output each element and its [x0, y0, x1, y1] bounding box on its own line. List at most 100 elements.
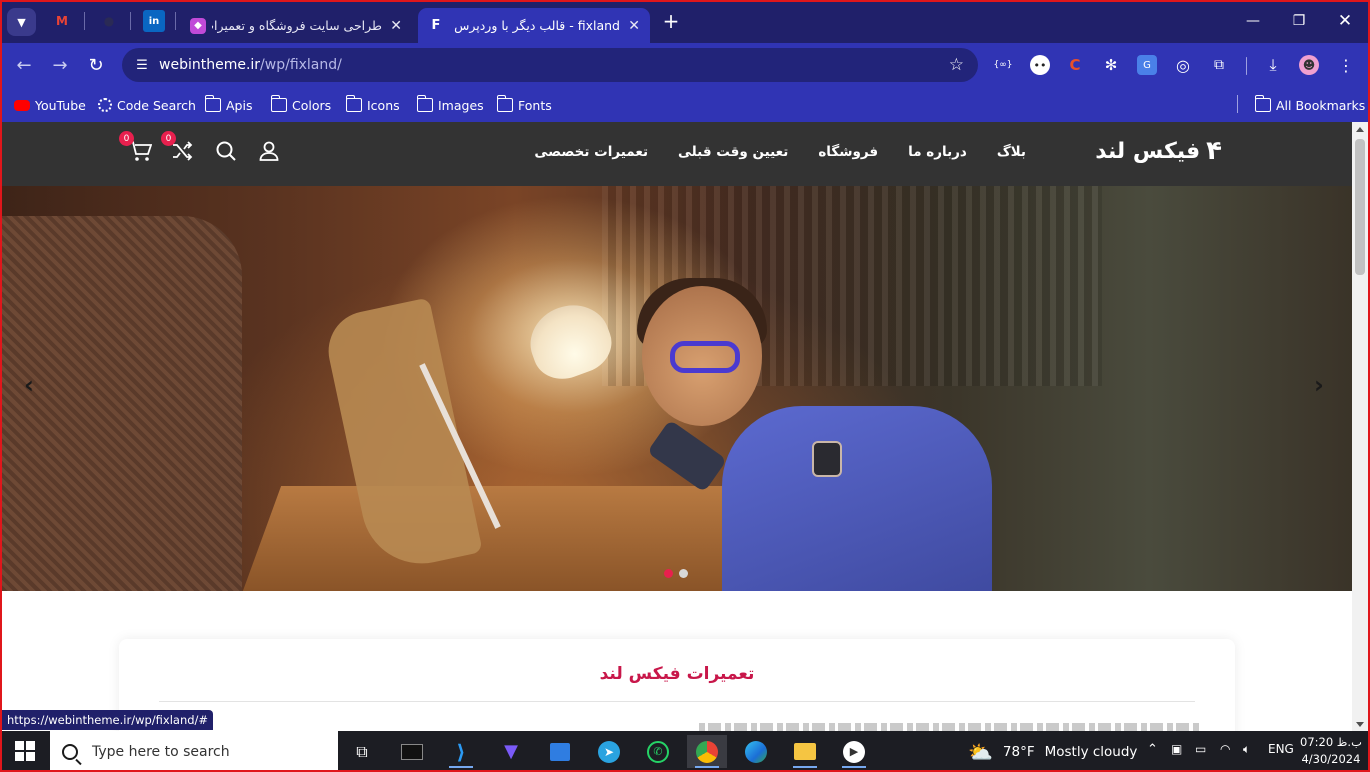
slider-dots: [664, 569, 688, 578]
extensions-puzzle-icon[interactable]: ⧉: [1209, 55, 1229, 75]
nav-item-repairs[interactable]: تعمیرات تخصصی: [534, 144, 648, 160]
fixland-logo-icon: ۴: [1206, 136, 1222, 166]
profile-avatar[interactable]: ☻: [1299, 55, 1319, 75]
bookmark-star-icon[interactable]: ☆: [949, 55, 964, 75]
tray-chevron-icon[interactable]: ⌃: [1147, 742, 1158, 757]
windows-taskbar: Type here to search ⧉ ⟩ ▼ ➤ ✆ ▶ ⛅ 78°F M…: [0, 731, 1370, 772]
weather-widget[interactable]: ⛅ 78°F Mostly cloudy: [968, 740, 1137, 764]
minimize-button[interactable]: —: [1242, 10, 1264, 32]
tab-search-button[interactable]: ▼: [7, 8, 36, 36]
account-icon[interactable]: [256, 138, 282, 164]
url-text: webintheme.ir/wp/fixland/: [159, 57, 342, 73]
download-icon[interactable]: ⤓: [1263, 55, 1283, 75]
nav-item-blog[interactable]: بلاگ: [997, 144, 1026, 160]
terminal-icon[interactable]: [392, 735, 432, 768]
back-button[interactable]: ←: [12, 53, 36, 77]
hero-image-chair: [2, 216, 242, 591]
target-extension-icon[interactable]: ◎: [1173, 55, 1193, 75]
new-tab-button[interactable]: +: [660, 9, 682, 33]
site-header: ۴ فیکس لند تعمیرات تخصصی تعیین وقت قبلی …: [2, 122, 1352, 186]
fixland-favicon-icon: F: [431, 18, 441, 33]
translate-extension-icon[interactable]: G: [1137, 55, 1157, 75]
tab-title: طراحی سایت فروشگاه و تعمیرات: [212, 18, 382, 33]
page-scrollbar[interactable]: [1352, 122, 1368, 732]
site-info-icon[interactable]: ☰: [132, 55, 152, 75]
ghost-extension-icon[interactable]: ••: [1030, 55, 1050, 75]
browser-toolbar: ← → ↻ ☰ webintheme.ir/wp/fixland/ ☆ {∞} …: [0, 43, 1370, 88]
site-logo[interactable]: ۴ فیکس لند: [1095, 136, 1222, 166]
folder-icon: [1254, 95, 1271, 112]
restore-button[interactable]: ❐: [1288, 10, 1310, 32]
bookmark-folder-apis[interactable]: Apis: [204, 95, 252, 115]
cart-count-badge: 0: [119, 131, 134, 146]
search-icon[interactable]: [213, 138, 239, 164]
json-extension-icon[interactable]: {∞}: [993, 55, 1013, 75]
language-indicator[interactable]: ENG: [1268, 742, 1294, 756]
file-explorer-icon[interactable]: [785, 735, 825, 768]
forward-button[interactable]: →: [48, 53, 72, 77]
gmail-icon[interactable]: M: [51, 10, 73, 32]
nav-item-appointment[interactable]: تعیین وقت قبلی: [678, 144, 788, 160]
youtube-icon: [14, 99, 30, 111]
compare-icon[interactable]: 0: [161, 131, 195, 164]
menu-icon[interactable]: ⋮: [1336, 55, 1356, 75]
web-page: ۴ فیکس لند تعمیرات تخصصی تعیین وقت قبلی …: [2, 122, 1352, 732]
taskbar-search[interactable]: Type here to search: [50, 731, 338, 772]
bookmark-youtube[interactable]: YouTube: [14, 95, 86, 115]
wifi-icon[interactable]: ◠: [1220, 742, 1230, 756]
whatsapp-icon[interactable]: ✆: [638, 735, 678, 768]
task-view-icon[interactable]: ⧉: [342, 735, 382, 768]
compare-count-badge: 0: [161, 131, 176, 146]
site-favicon-icon: ◆: [190, 17, 206, 34]
edge-icon[interactable]: [736, 735, 776, 768]
github-icon[interactable]: ●: [98, 10, 120, 32]
tab-shop-design[interactable]: ◆ طراحی سایت فروشگاه و تعمیرات ✕: [180, 8, 412, 43]
folder-icon: [204, 95, 221, 112]
folder-icon: [416, 95, 433, 112]
taskbar-clock[interactable]: 07:20 ب.ظ 4/30/2024: [1300, 734, 1362, 768]
bookmark-folder-images[interactable]: Images: [416, 95, 484, 115]
folder-icon: [270, 95, 287, 112]
slider-dot[interactable]: [664, 569, 673, 578]
css-extension-icon[interactable]: C: [1065, 55, 1085, 75]
volume-icon[interactable]: 🔈︎: [1243, 742, 1250, 757]
vscode-icon[interactable]: ⟩: [441, 735, 481, 768]
tab-fixland[interactable]: F fixland - قالب دیگر با وردپرس فارسی ✕: [418, 8, 650, 43]
folder-icon: [345, 95, 362, 112]
linkedin-icon[interactable]: in: [143, 10, 165, 32]
repairs-section: تعمیرات فیکس لند: [119, 639, 1235, 732]
bookmark-folder-icons[interactable]: Icons: [345, 95, 400, 115]
all-bookmarks[interactable]: All Bookmarks: [1254, 95, 1365, 115]
telegram-icon[interactable]: ➤: [589, 735, 629, 768]
media-player-icon[interactable]: ▶: [834, 735, 874, 768]
bookmarks-bar: YouTube Code Search Apis Colors Icons Im…: [0, 88, 1370, 122]
bookmark-code-search[interactable]: Code Search: [98, 95, 196, 115]
reload-button[interactable]: ↻: [84, 53, 108, 77]
cart-icon[interactable]: 0: [119, 131, 153, 164]
address-bar[interactable]: ☰ webintheme.ir/wp/fixland/ ☆: [122, 48, 978, 82]
react-extension-icon[interactable]: ✻: [1101, 55, 1121, 75]
nav-item-shop[interactable]: فروشگاه: [818, 144, 878, 160]
partly-cloudy-icon: ⛅: [968, 740, 993, 764]
hero-image-watch: [812, 441, 842, 477]
battery-icon[interactable]: ▭: [1195, 742, 1206, 756]
bookmark-folder-fonts[interactable]: Fonts: [496, 95, 552, 115]
close-tab-icon[interactable]: ✕: [390, 18, 402, 34]
nav-item-about[interactable]: درباره ما: [908, 144, 967, 160]
link-status-bubble: https://webintheme.ir/wp/fixland/#: [2, 710, 214, 730]
main-nav: تعمیرات تخصصی تعیین وقت قبلی فروشگاه درب…: [534, 144, 1026, 160]
microsoft-store-icon[interactable]: [540, 735, 580, 768]
proton-vpn-icon[interactable]: ▼: [491, 735, 531, 768]
close-window-button[interactable]: ✕: [1334, 10, 1356, 32]
slider-prev-arrow-icon[interactable]: ‹: [24, 371, 34, 399]
tab-strip: ▼ M ● in ◆ طراحی سایت فروشگاه و تعمیرات …: [0, 0, 1370, 43]
bookmark-folder-colors[interactable]: Colors: [270, 95, 331, 115]
close-tab-icon[interactable]: ✕: [628, 18, 640, 34]
slider-next-arrow-icon[interactable]: ›: [1314, 371, 1324, 399]
windows-start-icon[interactable]: [15, 741, 35, 761]
folder-icon: [496, 95, 513, 112]
slider-dot[interactable]: [679, 569, 688, 578]
meet-now-icon[interactable]: ▣: [1171, 742, 1182, 756]
section-title: تعمیرات فیکس لند: [599, 664, 755, 684]
chrome-icon[interactable]: [687, 735, 727, 768]
